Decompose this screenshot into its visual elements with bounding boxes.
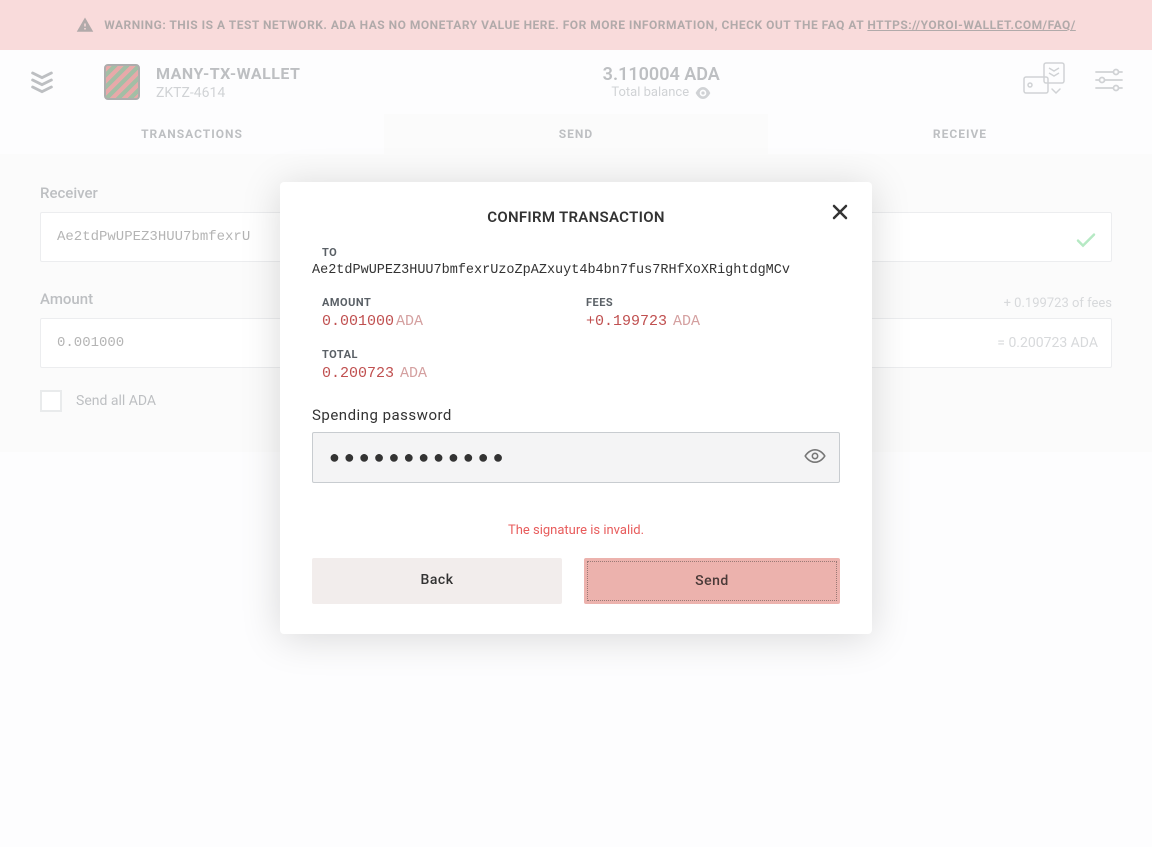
close-icon[interactable]	[830, 202, 850, 226]
to-label: TO	[322, 246, 840, 259]
modal-title: CONFIRM TRANSACTION	[312, 208, 840, 226]
password-input[interactable]	[312, 432, 840, 483]
eye-icon[interactable]	[804, 448, 826, 468]
to-address: Ae2tdPwUPEZ3HUU7bmfexrUzoZpAZxuyt4b4bn7f…	[312, 263, 840, 278]
total-label: TOTAL	[322, 348, 840, 361]
confirm-transaction-modal: CONFIRM TRANSACTION TO Ae2tdPwUPEZ3HUU7b…	[280, 182, 872, 634]
amount-value-modal: 0.001000ADA	[322, 313, 576, 330]
error-message: The signature is invalid.	[312, 523, 840, 538]
amount-label-modal: AMOUNT	[322, 296, 576, 309]
send-button[interactable]: Send	[584, 558, 840, 604]
password-label: Spending password	[312, 406, 840, 424]
fees-value: +0.199723ADA	[586, 313, 840, 330]
back-button[interactable]: Back	[312, 558, 562, 604]
total-value: 0.200723ADA	[322, 365, 840, 382]
fees-label: FEES	[586, 296, 840, 309]
